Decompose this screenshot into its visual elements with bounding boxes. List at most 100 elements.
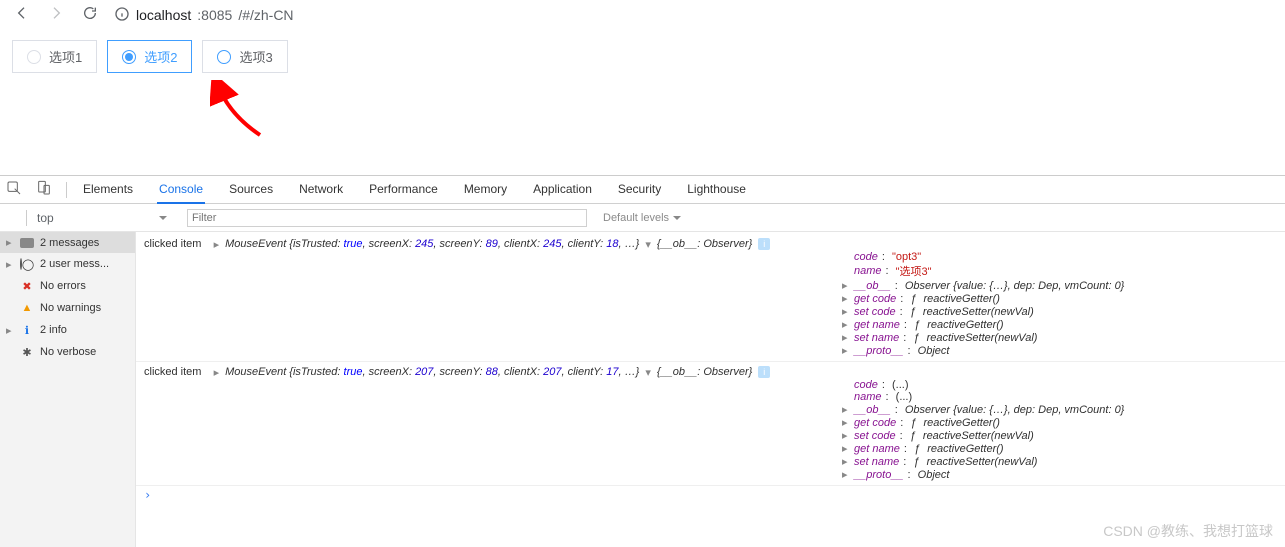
log-event: MouseEvent {isTrusted: true, screenX: 20… xyxy=(225,366,639,378)
expand-caret-icon[interactable]: ▸ xyxy=(214,238,220,251)
tab-console[interactable]: Console xyxy=(157,176,205,204)
console-prompt[interactable]: › xyxy=(136,486,1285,504)
url-path: /#/zh-CN xyxy=(238,7,293,23)
object-property[interactable]: ▸__proto__: Object xyxy=(842,344,1285,357)
object-property[interactable]: code: (...) xyxy=(842,379,1285,391)
object-property[interactable]: ▸set name: ƒ reactiveSetter(newVal) xyxy=(842,455,1285,468)
radio-circle-icon xyxy=(122,50,136,64)
sidebar-item[interactable]: ✖No errors xyxy=(0,275,135,297)
forward-button[interactable] xyxy=(48,5,64,26)
object-property[interactable]: ▸__proto__: Object xyxy=(842,468,1285,481)
radio-option-2[interactable]: 选项2 xyxy=(107,40,192,73)
log-levels-selector[interactable]: Default levels xyxy=(603,212,681,224)
browser-toolbar: localhost:8085/#/zh-CN xyxy=(0,0,1285,30)
expand-caret-icon: ▸ xyxy=(842,331,850,344)
log-entry[interactable]: clicked item ▸ MouseEvent {isTrusted: tru… xyxy=(136,362,1285,486)
sidebar-item-label: No warnings xyxy=(40,302,101,314)
object-property[interactable]: code: "opt3" xyxy=(842,251,1285,263)
radio-label: 选项3 xyxy=(239,47,272,66)
levels-label: Default levels xyxy=(603,212,669,224)
expand-caret-icon: ▸ xyxy=(842,305,850,318)
expand-caret-icon[interactable]: ▾ xyxy=(645,366,651,379)
device-toggle-icon[interactable] xyxy=(36,180,52,199)
log-event: MouseEvent {isTrusted: true, screenX: 24… xyxy=(225,238,639,250)
info-badge-icon[interactable]: i xyxy=(758,238,770,250)
radio-circle-icon xyxy=(27,50,41,64)
sidebar-item-label: 2 user mess... xyxy=(40,258,109,270)
expand-caret-icon: ▸ xyxy=(842,442,850,455)
page-content: 选项1 选项2 选项3 xyxy=(0,30,1285,175)
object-property[interactable]: name: "选项3" xyxy=(842,263,1285,279)
gear-icon: ✱ xyxy=(20,345,34,359)
url-port: :8085 xyxy=(197,7,232,23)
object-property[interactable]: ▸get code: ƒ reactiveGetter() xyxy=(842,416,1285,429)
expand-caret-icon: ▸ xyxy=(842,455,850,468)
address-bar[interactable]: localhost:8085/#/zh-CN xyxy=(114,6,294,25)
tab-security[interactable]: Security xyxy=(616,176,663,204)
sidebar-item[interactable]: ▸ ◯ 2 user mess... xyxy=(0,253,135,275)
expand-caret-icon: ▸ xyxy=(842,344,850,357)
object-property[interactable]: ▸get name: ƒ reactiveGetter() xyxy=(842,442,1285,455)
expand-caret-icon: ▸ xyxy=(842,416,850,429)
radio-label: 选项2 xyxy=(144,47,177,66)
tab-memory[interactable]: Memory xyxy=(462,176,509,204)
log-prefix: clicked item xyxy=(144,366,208,378)
site-info-icon[interactable] xyxy=(114,6,130,25)
tab-lighthouse[interactable]: Lighthouse xyxy=(685,176,748,204)
console-sidebar: ▸2 messages▸◯2 user mess...✖No errors▲No… xyxy=(0,232,136,547)
user-icon: ◯ xyxy=(20,257,34,271)
chevron-down-icon xyxy=(159,216,167,224)
back-button[interactable] xyxy=(14,5,30,26)
info-badge-icon[interactable]: i xyxy=(758,366,770,378)
expand-caret-icon: ▸ xyxy=(842,468,850,481)
object-property[interactable]: ▸get name: ƒ reactiveGetter() xyxy=(842,318,1285,331)
tab-performance[interactable]: Performance xyxy=(367,176,440,204)
sidebar-item-label: 2 info xyxy=(40,324,67,336)
console-output[interactable]: clicked item ▸ MouseEvent {isTrusted: tru… xyxy=(136,232,1285,547)
radio-label: 选项1 xyxy=(49,47,82,66)
log-prefix: clicked item xyxy=(144,238,208,250)
object-property[interactable]: ▸__ob__: Observer {value: {…}, dep: Dep,… xyxy=(842,403,1285,416)
filter-input[interactable] xyxy=(187,209,587,227)
radio-option-3[interactable]: 选项3 xyxy=(202,40,287,73)
expand-caret-icon: ▸ xyxy=(6,236,14,249)
sidebar-item[interactable]: ✱ No verbose xyxy=(0,341,135,363)
object-property[interactable]: ▸set name: ƒ reactiveSetter(newVal) xyxy=(842,331,1285,344)
annotation-arrow xyxy=(210,80,270,145)
expand-caret-icon[interactable]: ▾ xyxy=(645,238,651,251)
expand-caret-icon[interactable]: ▸ xyxy=(214,366,220,379)
sidebar-item[interactable]: ▸2 messages xyxy=(0,232,135,253)
tab-sources[interactable]: Sources xyxy=(227,176,275,204)
object-property[interactable]: ▸set code: ƒ reactiveSetter(newVal) xyxy=(842,429,1285,442)
inspect-icon[interactable] xyxy=(6,180,22,199)
expand-caret-icon: ▸ xyxy=(6,258,14,271)
divider xyxy=(26,210,27,226)
expand-caret-icon: ▸ xyxy=(842,403,850,416)
expand-caret-icon: ▸ xyxy=(842,279,850,292)
console-toolbar: top Default levels xyxy=(0,204,1285,232)
devtools-panel: Elements Console Sources Network Performance… xyxy=(0,175,1285,547)
tab-network[interactable]: Network xyxy=(297,176,345,204)
object-property[interactable]: ▸set code: ƒ reactiveSetter(newVal) xyxy=(842,305,1285,318)
sidebar-item[interactable]: ▲ No warnings xyxy=(0,297,135,319)
tab-application[interactable]: Application xyxy=(531,176,594,204)
object-property[interactable]: ▸__ob__: Observer {value: {…}, dep: Dep,… xyxy=(842,279,1285,292)
object-property[interactable]: name: (...) xyxy=(842,391,1285,403)
context-selector[interactable]: top xyxy=(37,211,167,225)
object-property[interactable]: ▸get code: ƒ reactiveGetter() xyxy=(842,292,1285,305)
chevron-down-icon xyxy=(673,216,681,224)
object-tree: code: "opt3"name: "选项3"▸__ob__: Observer… xyxy=(842,251,1285,357)
sidebar-item-label: No verbose xyxy=(40,346,96,358)
object-tree: code: (...)name: (...)▸__ob__: Observer … xyxy=(842,379,1285,481)
sidebar-item[interactable]: ▸ ℹ 2 info xyxy=(0,319,135,341)
reload-button[interactable] xyxy=(82,5,98,26)
info-icon: ℹ xyxy=(20,323,34,337)
radio-option-1[interactable]: 选项1 xyxy=(12,40,97,73)
warning-icon: ▲ xyxy=(20,301,34,315)
expand-caret-icon: ▸ xyxy=(842,429,850,442)
log-entry[interactable]: clicked item ▸ MouseEvent {isTrusted: tru… xyxy=(136,234,1285,362)
expand-caret-icon: ▸ xyxy=(6,324,14,337)
context-label: top xyxy=(37,211,54,225)
expand-caret-icon: ▸ xyxy=(842,292,850,305)
tab-elements[interactable]: Elements xyxy=(81,176,135,204)
